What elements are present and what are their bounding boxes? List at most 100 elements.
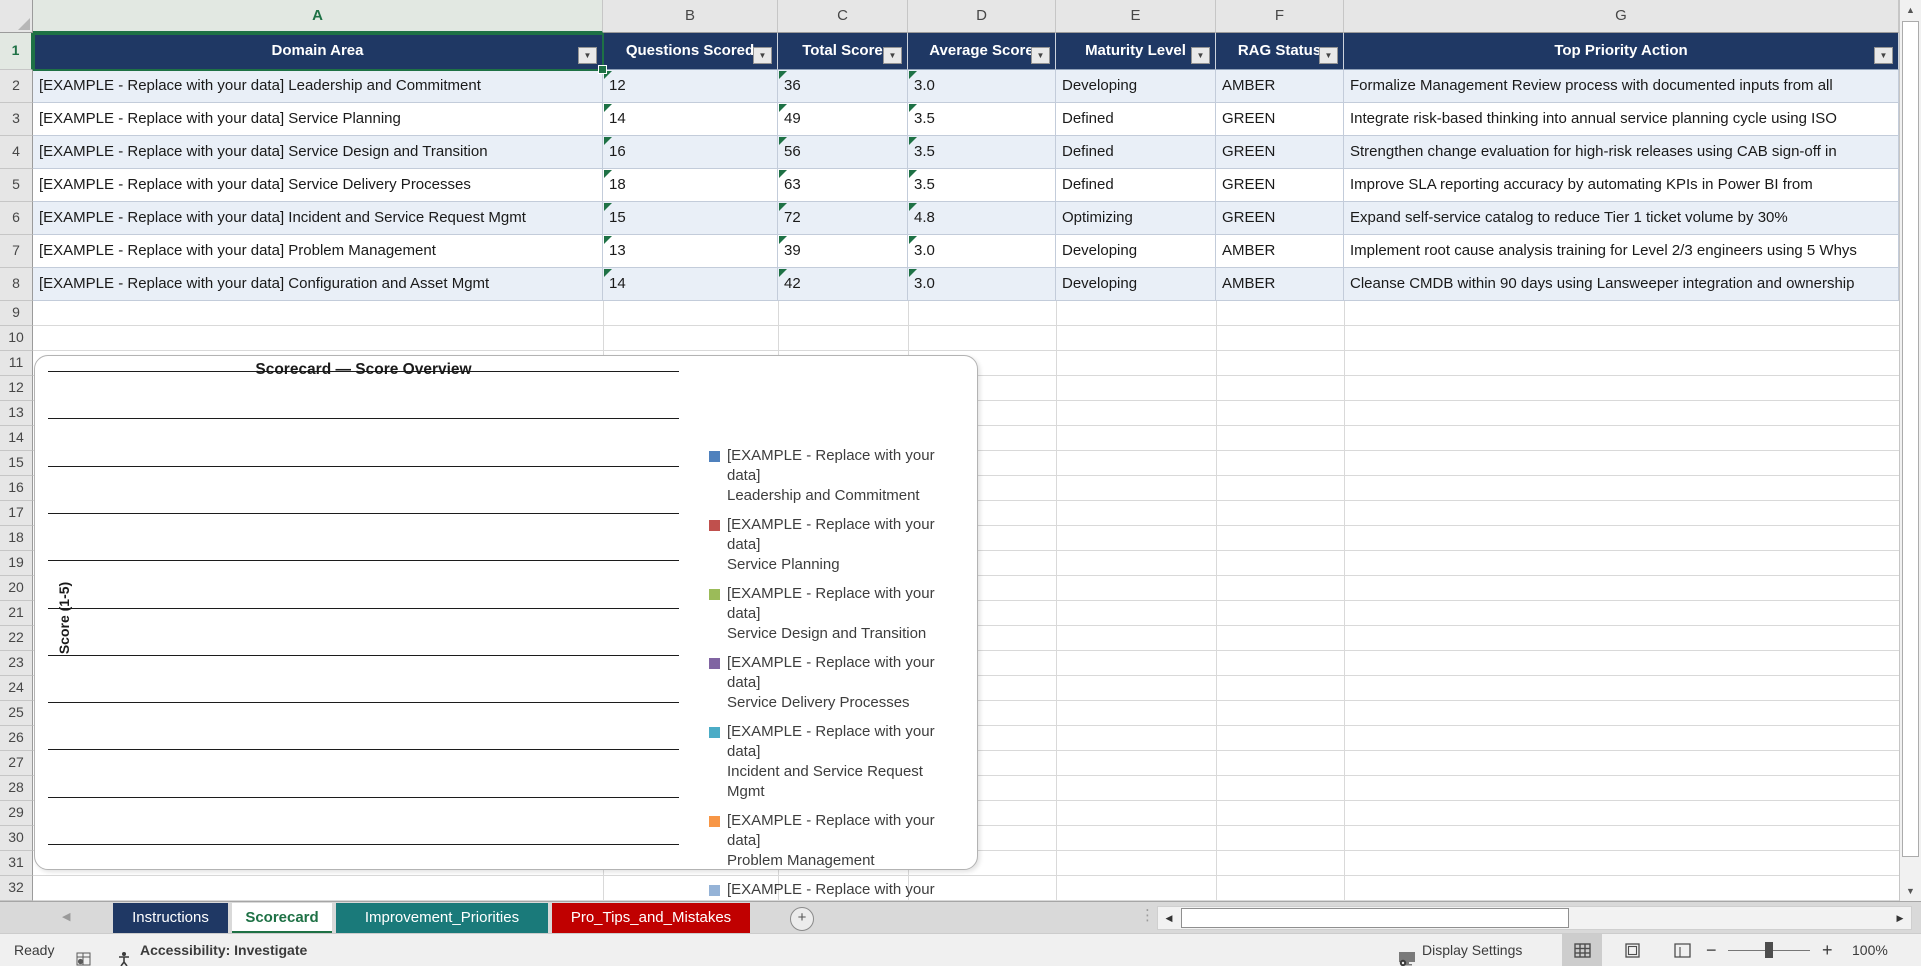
tab-strip-resize-grip[interactable]: ⋮ <box>1140 906 1155 924</box>
column-header-F[interactable]: F <box>1216 0 1344 33</box>
cell-questions[interactable]: 15 <box>603 202 778 235</box>
filter-button-icon[interactable]: ▼ <box>578 47 597 64</box>
row-header-23[interactable]: 23 <box>0 651 33 676</box>
page-break-preview-button[interactable] <box>1662 934 1702 966</box>
macro-record-icon[interactable] <box>76 942 92 966</box>
header-cell-action[interactable]: Top Priority Action ▼ <box>1344 33 1899 70</box>
row-header-32[interactable]: 32 <box>0 876 33 901</box>
row-header-26[interactable]: 26 <box>0 726 33 751</box>
row-header-11[interactable]: 11 <box>0 351 33 376</box>
header-cell-questions[interactable]: Questions Scored ▼ <box>603 33 778 70</box>
cell-rag[interactable]: GREEN <box>1216 136 1344 169</box>
zoom-slider-thumb[interactable] <box>1765 942 1773 958</box>
cell-average[interactable]: 3.0 <box>908 268 1056 301</box>
row-header-24[interactable]: 24 <box>0 676 33 701</box>
cell-maturity[interactable]: Developing <box>1056 235 1216 268</box>
row-header-27[interactable]: 27 <box>0 751 33 776</box>
zoom-out-button[interactable]: − <box>1706 934 1717 966</box>
column-header-C[interactable]: C <box>778 0 908 33</box>
cell-questions[interactable]: 12 <box>603 70 778 103</box>
cell-action[interactable]: Cleanse CMDB within 90 days using Lanswe… <box>1344 268 1899 301</box>
row-header-29[interactable]: 29 <box>0 801 33 826</box>
row-header-22[interactable]: 22 <box>0 626 33 651</box>
column-header-D[interactable]: D <box>908 0 1056 33</box>
cell-total[interactable]: 42 <box>778 268 908 301</box>
cell-average[interactable]: 4.8 <box>908 202 1056 235</box>
cell-action[interactable]: Improve SLA reporting accuracy by automa… <box>1344 169 1899 202</box>
row-header-19[interactable]: 19 <box>0 551 33 576</box>
cell-domain[interactable]: [EXAMPLE - Replace with your data] Probl… <box>33 235 603 268</box>
scroll-right-icon[interactable]: ▶ <box>1889 907 1911 929</box>
row-header-30[interactable]: 30 <box>0 826 33 851</box>
filter-button-icon[interactable]: ▼ <box>1191 47 1210 64</box>
cell-maturity[interactable]: Defined <box>1056 169 1216 202</box>
row-header-31[interactable]: 31 <box>0 851 33 876</box>
row-header-2[interactable]: 2 <box>0 70 33 103</box>
header-cell-maturity[interactable]: Maturity Level ▼ <box>1056 33 1216 70</box>
sheet-tab-pro_tips_and_mistakes[interactable]: Pro_Tips_and_Mistakes <box>552 903 750 934</box>
row-header-3[interactable]: 3 <box>0 103 33 136</box>
column-header-E[interactable]: E <box>1056 0 1216 33</box>
cell-maturity[interactable]: Defined <box>1056 136 1216 169</box>
cell-rag[interactable]: AMBER <box>1216 70 1344 103</box>
row-header-15[interactable]: 15 <box>0 451 33 476</box>
cell-rag[interactable]: AMBER <box>1216 268 1344 301</box>
select-all-corner[interactable] <box>0 0 33 33</box>
cell-total[interactable]: 36 <box>778 70 908 103</box>
filter-button-icon[interactable]: ▼ <box>1874 47 1893 64</box>
cell-maturity[interactable]: Developing <box>1056 268 1216 301</box>
cell-action[interactable]: Implement root cause analysis training f… <box>1344 235 1899 268</box>
row-header-25[interactable]: 25 <box>0 701 33 726</box>
cell-average[interactable]: 3.0 <box>908 70 1056 103</box>
cell-total[interactable]: 63 <box>778 169 908 202</box>
cell-maturity[interactable]: Defined <box>1056 103 1216 136</box>
row-header-18[interactable]: 18 <box>0 526 33 551</box>
zoom-level[interactable]: 100% <box>1852 934 1888 966</box>
cell-maturity[interactable]: Optimizing <box>1056 202 1216 235</box>
row-header-17[interactable]: 17 <box>0 501 33 526</box>
scroll-down-icon[interactable]: ▼ <box>1900 881 1921 901</box>
row-header-1[interactable]: 1 <box>0 33 33 70</box>
filter-button-icon[interactable]: ▼ <box>883 47 902 64</box>
cell-domain[interactable]: [EXAMPLE - Replace with your data] Confi… <box>33 268 603 301</box>
header-cell-average[interactable]: Average Score ▼ <box>908 33 1056 70</box>
cell-questions[interactable]: 16 <box>603 136 778 169</box>
cell-questions[interactable]: 18 <box>603 169 778 202</box>
cell-action[interactable]: Integrate risk-based thinking into annua… <box>1344 103 1899 136</box>
scroll-left-icon[interactable]: ◀ <box>1158 907 1180 929</box>
cell-questions[interactable]: 14 <box>603 268 778 301</box>
cell-action[interactable]: Formalize Management Review process with… <box>1344 70 1899 103</box>
cell-rag[interactable]: GREEN <box>1216 103 1344 136</box>
horizontal-scrollbar[interactable]: ◀ ▶ <box>1157 906 1912 930</box>
filter-button-icon[interactable]: ▼ <box>1319 47 1338 64</box>
cell-total[interactable]: 39 <box>778 235 908 268</box>
row-header-16[interactable]: 16 <box>0 476 33 501</box>
cell-total[interactable]: 56 <box>778 136 908 169</box>
scroll-up-icon[interactable]: ▲ <box>1900 0 1921 20</box>
row-header-13[interactable]: 13 <box>0 401 33 426</box>
row-header-5[interactable]: 5 <box>0 169 33 202</box>
row-header-12[interactable]: 12 <box>0 376 33 401</box>
cell-domain[interactable]: [EXAMPLE - Replace with your data] Servi… <box>33 136 603 169</box>
row-header-9[interactable]: 9 <box>0 301 33 326</box>
cell-rag[interactable]: GREEN <box>1216 169 1344 202</box>
row-header-10[interactable]: 10 <box>0 326 33 351</box>
row-header-7[interactable]: 7 <box>0 235 33 268</box>
cell-average[interactable]: 3.5 <box>908 103 1056 136</box>
cell-questions[interactable]: 13 <box>603 235 778 268</box>
cell-action[interactable]: Expand self-service catalog to reduce Ti… <box>1344 202 1899 235</box>
cell-domain[interactable]: [EXAMPLE - Replace with your data] Servi… <box>33 103 603 136</box>
row-header-20[interactable]: 20 <box>0 576 33 601</box>
accessibility-status[interactable]: Accessibility: Investigate <box>140 934 307 966</box>
cell-average[interactable]: 3.5 <box>908 169 1056 202</box>
sheet-tab-scorecard[interactable]: Scorecard <box>232 903 332 934</box>
cell-average[interactable]: 3.5 <box>908 136 1056 169</box>
cell-average[interactable]: 3.0 <box>908 235 1056 268</box>
cell-total[interactable]: 72 <box>778 202 908 235</box>
filter-button-icon[interactable]: ▼ <box>1031 47 1050 64</box>
column-header-G[interactable]: G <box>1344 0 1899 33</box>
cell-action[interactable]: Strengthen change evaluation for high-ri… <box>1344 136 1899 169</box>
horizontal-scroll-thumb[interactable] <box>1181 908 1569 928</box>
display-settings-button[interactable]: Display Settings <box>1422 934 1522 966</box>
column-header-B[interactable]: B <box>603 0 778 33</box>
